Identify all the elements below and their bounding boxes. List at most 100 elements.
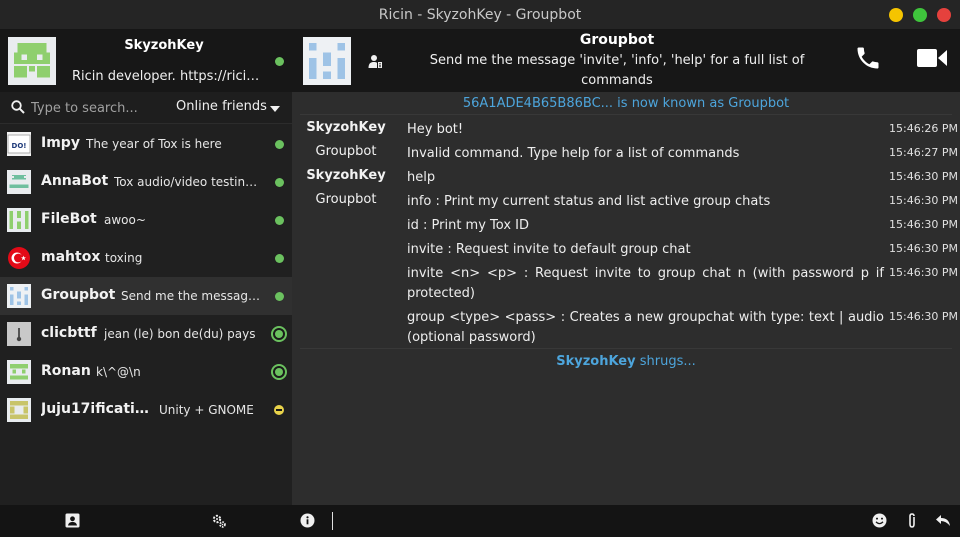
info-icon[interactable] — [300, 513, 315, 528]
contact-name: Groupbot — [579, 32, 655, 48]
system-message: 56A1ADE4B65B86BC... is now known as Grou… — [462, 96, 790, 111]
message-author: SkyzohKey — [306, 120, 386, 135]
presence-online-dot — [275, 178, 284, 187]
presence-online-dot — [275, 216, 284, 225]
search-icon — [11, 100, 25, 114]
title-bar: Ricin - SkyzohKey - Groupbot — [0, 0, 960, 30]
close-button[interactable] — [937, 8, 951, 22]
message-text: Hey bot! — [407, 122, 464, 137]
message-time: 15:46:30 PM — [889, 266, 959, 279]
profile-header: SkyzohKey Ricin developer. https://ricin… — [0, 30, 292, 92]
friend-filter-dropdown[interactable]: Online friends — [176, 99, 267, 114]
friend-item-juju17ification[interactable]: Juju17ification Unity + GNOME — [0, 391, 292, 429]
video-camera-icon[interactable] — [916, 47, 948, 69]
message-time: 15:46:30 PM — [889, 310, 959, 323]
bottom-bar — [0, 505, 960, 537]
maximize-button[interactable] — [913, 8, 927, 22]
friend-status: Unity + GNOME — [159, 403, 254, 417]
friend-status: k\^@\n — [96, 365, 141, 379]
friend-list: DO! Impy The year of Tox is here AnnaBot… — [0, 125, 292, 429]
profile-avatar[interactable] — [8, 37, 56, 85]
message-text: help — [407, 170, 436, 185]
profile-card-icon[interactable] — [65, 513, 80, 528]
friend-status: The year of Tox is here — [86, 137, 222, 151]
friend-name: Juju17ification — [41, 401, 151, 417]
minimize-button[interactable] — [889, 8, 903, 22]
friend-name: Impy — [41, 135, 80, 151]
friend-item-mahtox[interactable]: mahtox toxing — [0, 239, 292, 277]
avatar — [7, 208, 31, 232]
message-time: 15:46:30 PM — [889, 242, 959, 255]
message-input[interactable] — [336, 509, 856, 533]
message-text: id : Print my Tox ID — [407, 218, 529, 233]
message-time: 15:46:30 PM — [889, 170, 959, 183]
profile-presence-dot[interactable] — [275, 57, 284, 66]
friend-item-clicbttf[interactable]: clicbttf jean (le) bon de(du) pays — [0, 315, 292, 353]
presence-online-dot — [275, 292, 284, 301]
avatar — [7, 284, 31, 308]
message-text: invite : Request invite to default group… — [407, 242, 691, 257]
friend-item-impy[interactable]: DO! Impy The year of Tox is here — [0, 125, 292, 163]
message-text: Invalid command. Type help for a list of… — [407, 146, 740, 161]
search-bar: Online friends — [0, 92, 292, 124]
svg-text:DO!: DO! — [12, 142, 27, 150]
profile-name[interactable]: SkyzohKey — [64, 38, 264, 53]
send-icon[interactable] — [935, 513, 951, 528]
message-time: 15:46:26 PM — [889, 122, 959, 135]
presence-online-ring — [271, 326, 287, 342]
attachment-icon[interactable] — [906, 513, 918, 529]
message-time: 15:46:27 PM — [889, 146, 959, 159]
settings-icon[interactable] — [211, 513, 227, 529]
friend-item-filebot[interactable]: FileBot awoo~ — [0, 201, 292, 239]
message-text: group <type> <pass> : Creates a new grou… — [407, 310, 884, 345]
presence-online-ring — [271, 364, 287, 380]
window-title: Ricin - SkyzohKey - Groupbot — [378, 7, 582, 23]
presence-away-dot — [274, 405, 284, 415]
divider — [300, 114, 952, 115]
divider — [300, 348, 952, 349]
avatar — [7, 246, 31, 270]
friend-status: toxing — [105, 251, 143, 265]
user-info-icon[interactable] — [368, 54, 383, 69]
action-verb: shrugs... — [639, 354, 696, 369]
friend-name: mahtox — [41, 249, 101, 265]
avatar: DO! — [7, 132, 31, 156]
message-author: SkyzohKey — [306, 168, 386, 183]
friend-name: Ronan — [41, 363, 91, 379]
action-user: SkyzohKey — [556, 354, 636, 369]
message-text: info : Print my current status and list … — [407, 194, 771, 209]
presence-online-dot — [275, 140, 284, 149]
friend-item-groupbot[interactable]: Groupbot Send me the message 'invite' — [0, 277, 292, 315]
text-cursor — [332, 512, 333, 530]
phone-icon[interactable] — [854, 44, 882, 72]
action-message: SkyzohKey shrugs... — [292, 354, 960, 369]
profile-status[interactable]: Ricin developer. https://ricin.im — [72, 69, 262, 84]
friend-name: clicbttf — [41, 325, 97, 341]
contact-avatar[interactable] — [303, 37, 351, 85]
message-text: invite <n> <p> : Request invite to group… — [407, 266, 884, 301]
chat-header: Groupbot Send me the message 'invite', '… — [292, 30, 960, 92]
message-author: Groupbot — [315, 192, 377, 207]
presence-online-dot — [275, 254, 284, 263]
contact-status: Send me the message 'invite', 'info', 'h… — [429, 53, 805, 88]
chevron-down-icon[interactable] — [270, 106, 280, 112]
friend-name: AnnaBot — [41, 173, 109, 189]
avatar — [7, 360, 31, 384]
sidebar: SkyzohKey Ricin developer. https://ricin… — [0, 30, 292, 505]
avatar — [7, 170, 31, 194]
friend-name: Groupbot — [41, 287, 116, 303]
friend-status: Tox audio/video testing bot — [114, 175, 264, 189]
search-input[interactable] — [31, 98, 161, 118]
friend-status: jean (le) bon de(du) pays — [104, 327, 256, 341]
friend-status: Send me the message 'invite' — [121, 289, 261, 303]
message-time: 15:46:30 PM — [889, 218, 959, 231]
friend-status: awoo~ — [104, 213, 146, 227]
friend-item-annabot[interactable]: AnnaBot Tox audio/video testing bot — [0, 163, 292, 201]
chat-view: 56A1ADE4B65B86BC... is now known as Grou… — [292, 92, 960, 505]
avatar — [7, 398, 31, 422]
friend-name: FileBot — [41, 211, 97, 227]
friend-item-ronan[interactable]: Ronan k\^@\n — [0, 353, 292, 391]
avatar — [7, 322, 31, 346]
message-time: 15:46:30 PM — [889, 194, 959, 207]
emoji-icon[interactable] — [872, 513, 887, 528]
